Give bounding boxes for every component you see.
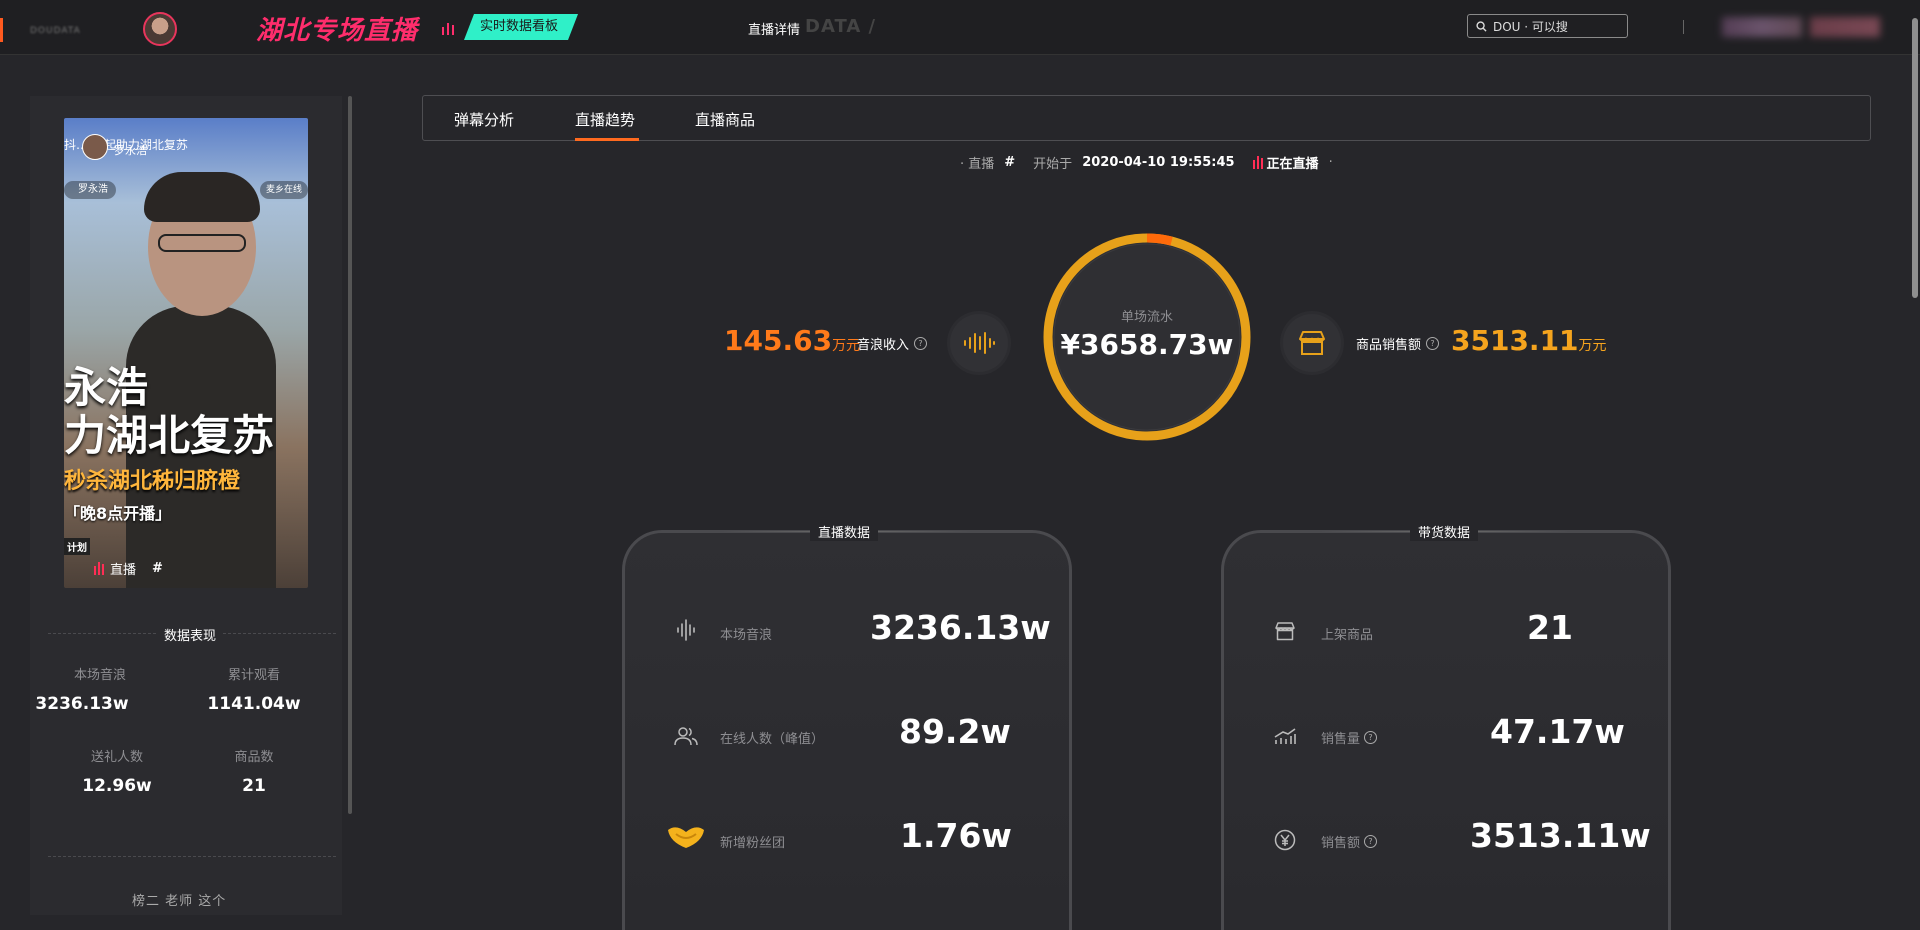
goods-row-value: 3513.11w [1470, 816, 1651, 855]
search-input[interactable]: DOU · 可以搜 [1467, 14, 1628, 38]
live-hash: # [1004, 155, 1016, 170]
active-tab-indicator [575, 138, 639, 141]
live-bars-icon [94, 562, 104, 575]
help-icon[interactable]: ? [1364, 835, 1378, 848]
realtime-dashboard-badge[interactable]: 实时数据看板 [464, 14, 578, 40]
store-icon [1283, 314, 1341, 372]
stat-label: 商品数 [234, 750, 274, 765]
cover-live-tag: 直播 # [94, 559, 163, 578]
live-status: 正在直播 [1252, 153, 1319, 172]
revenue-value: ¥3658.73w [1060, 328, 1234, 361]
cover-headline-2: 力湖北复苏 [64, 411, 275, 460]
sales-amount-label-wrap: 商品销售额 ? [1356, 334, 1440, 353]
tab-live-trend[interactable]: 直播趋势 [575, 109, 635, 130]
live-status-text: 正在直播 [1266, 157, 1319, 172]
cover-live-hash: # [152, 561, 163, 576]
tab-live-products[interactable]: 直播商品 [695, 109, 755, 130]
danmaku-snippet: 榜二 老师 这个 [132, 894, 227, 909]
left-panel-scrollbar[interactable] [348, 96, 352, 814]
live-row-label: 本场音浪 [720, 628, 773, 643]
stat-value: 21 [242, 776, 266, 796]
goods-row-label: 销售额 [1321, 836, 1361, 851]
goods-row-label-wrap: 销售额 ? [1321, 832, 1378, 851]
sales-amount-value: 3513.11 [1451, 324, 1579, 357]
revenue-label: 单场流水 [1120, 310, 1173, 325]
tab-danmaku-analysis[interactable]: 弹幕分析 [454, 109, 514, 130]
gift-income-label-wrap: 音浪收入 ? [857, 334, 928, 353]
goods-row-label: 销售量 [1321, 732, 1361, 747]
top-divider [1683, 20, 1684, 34]
sound-wave-icon [950, 314, 1008, 372]
fan-club-icon [666, 822, 706, 850]
sales-chart-icon [1273, 724, 1297, 748]
cover-avatar [82, 134, 108, 160]
store-icon [1273, 619, 1297, 643]
help-icon[interactable]: ? [1426, 337, 1440, 350]
data-watermark: DATA / [805, 16, 877, 37]
user-info-blurred[interactable] [1722, 17, 1802, 37]
goods-row-value: 47.17w [1490, 712, 1625, 751]
users-icon [674, 724, 698, 748]
waveform-icon [674, 618, 698, 642]
cover-time: 「晚8点开播」 [64, 504, 172, 523]
brand-logo[interactable]: DOUDATA [30, 18, 105, 44]
cover-plan-tag: 计划 [64, 538, 90, 555]
streamer-avatar[interactable] [143, 12, 177, 46]
gift-income-label: 音浪收入 [857, 338, 910, 353]
streamer-photo [126, 172, 276, 588]
goods-row-label-wrap: 销售量 ? [1321, 728, 1378, 747]
live-bars-icon [1252, 156, 1263, 169]
goods-row-value: 21 [1527, 608, 1573, 647]
help-icon[interactable]: ? [1364, 731, 1378, 744]
live-row-value: 3236.13w [870, 608, 1051, 647]
live-row-value: 89.2w [899, 712, 1011, 751]
sales-amount-unit: 万元 [1578, 338, 1607, 354]
stat-value: 3236.13w [35, 694, 129, 714]
divider [48, 856, 336, 857]
search-placeholder: DOU · 可以搜 [1493, 19, 1568, 34]
goods-row-label: 上架商品 [1321, 628, 1374, 643]
stat-label: 本场音浪 [73, 668, 126, 683]
live-row-label: 在线人数（峰值） [720, 732, 825, 747]
live-row-label: 新增粉丝团 [720, 836, 786, 851]
live-bars-icon [442, 21, 454, 35]
page-scrollbar[interactable] [1912, 18, 1918, 298]
gift-income-metric: 145.63 万元 [724, 324, 860, 357]
info-suffix: · [1328, 155, 1333, 170]
live-info-line: · 直播 # 开始于 2020-04-10 19:55:45 正在直播 · [960, 153, 1333, 172]
gift-income-value: 145.63 [724, 324, 833, 357]
sales-amount-label: 商品销售额 [1356, 338, 1422, 353]
live-cover-image[interactable]: 抖… 一起助力湖北复苏 罗永浩 罗永浩 麦乡在线 永浩 力湖北复苏 秒杀湖北秭归… [64, 118, 308, 588]
user-menu-blurred[interactable] [1810, 17, 1880, 37]
gift-income-unit: 万元 [832, 338, 861, 354]
live-detail-label[interactable]: 直播详情 [748, 19, 800, 38]
cover-chip-right: 麦乡在线 [260, 181, 308, 199]
goods-data-title: 带货数据 [1410, 522, 1479, 541]
start-time: 2020-04-10 19:55:45 [1082, 155, 1235, 170]
live-prefix: · 直播 [960, 157, 995, 172]
top-accent-bar [0, 18, 3, 42]
help-icon[interactable]: ? [914, 337, 928, 350]
performance-title: 数据表现 [158, 625, 223, 644]
cover-live-label: 直播 [110, 563, 137, 578]
live-data-title: 直播数据 [810, 522, 879, 541]
start-label: 开始于 [1033, 157, 1073, 172]
cover-chip: 罗永浩 [64, 181, 116, 199]
search-icon [1476, 20, 1487, 32]
sales-amount-metric: 3513.11 万元 [1451, 324, 1607, 357]
stat-label: 送礼人数 [90, 750, 143, 765]
stat-value: 12.96w [82, 776, 152, 796]
yen-icon [1273, 828, 1297, 852]
tab-bar: 弹幕分析 直播趋势 直播商品 [422, 95, 1871, 141]
cover-promo: 秒杀湖北秭归脐橙 [64, 469, 241, 494]
stat-value: 1141.04w [207, 694, 301, 714]
live-title: 湖北专场直播 [256, 16, 419, 46]
cover-streamer-name: 罗永浩 [114, 144, 147, 157]
live-row-value: 1.76w [900, 816, 1012, 855]
stat-label: 累计观看 [227, 668, 280, 683]
